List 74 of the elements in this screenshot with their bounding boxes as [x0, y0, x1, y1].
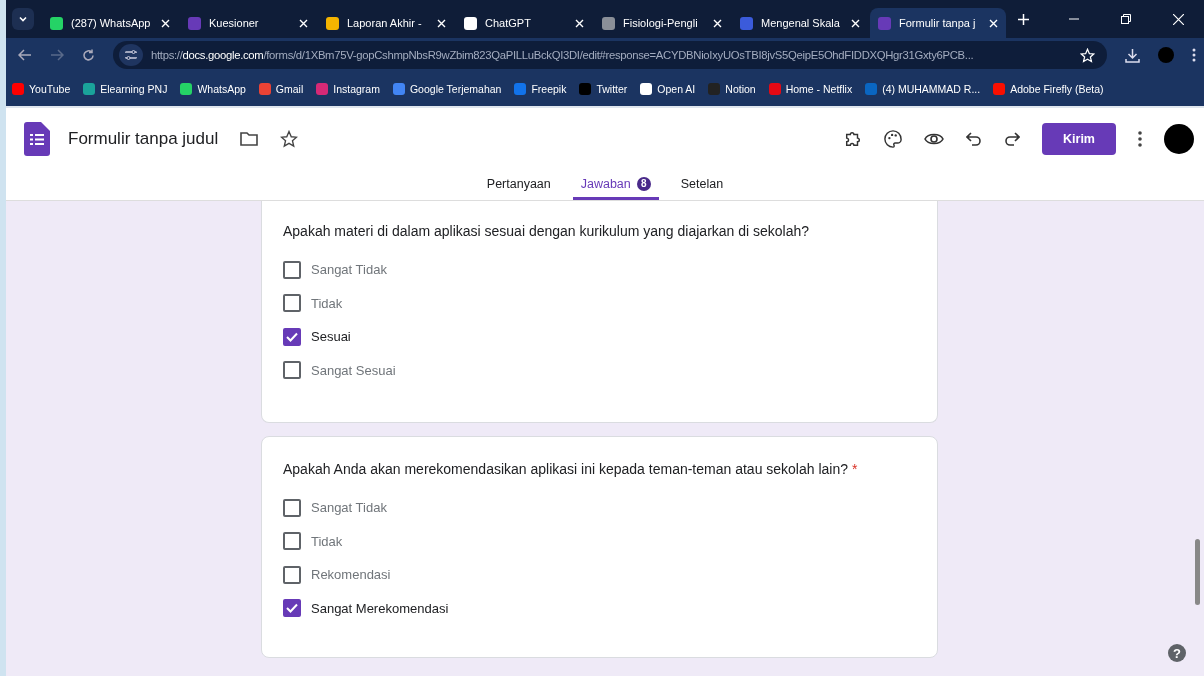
question-text: Apakah materi di dalam aplikasi sesuai dengan kurikulum yang diajarkan di sekolah?: [283, 223, 810, 239]
bookmark[interactable]: Google Terjemahan: [392, 83, 502, 95]
browser-tab[interactable]: Kuesioner: [180, 8, 316, 38]
option-label: Sangat Merekomendasi: [311, 600, 449, 616]
browser-tab[interactable]: ChatGPT: [456, 8, 592, 38]
count-badge: 8: [636, 176, 651, 191]
close-icon[interactable]: [161, 18, 170, 28]
bookmark[interactable]: Elearning PNJ: [83, 83, 168, 95]
checkbox[interactable]: [283, 361, 301, 380]
bookmark[interactable]: WhatsApp: [180, 83, 246, 95]
puzzle-icon[interactable]: [844, 130, 862, 148]
more-icon[interactable]: [1138, 131, 1142, 147]
close-icon[interactable]: [851, 18, 860, 28]
bookmark[interactable]: Open AI: [640, 83, 696, 95]
caret-icon: [18, 14, 28, 24]
required-mark: *: [852, 461, 858, 477]
bookmark[interactable]: Gmail: [258, 83, 304, 95]
option-label: Tidak: [311, 533, 343, 549]
bookmark[interactable]: Freepik: [514, 83, 567, 95]
redo-icon[interactable]: [1004, 132, 1020, 146]
reload-icon[interactable]: [82, 48, 95, 62]
close-icon[interactable]: [437, 18, 446, 28]
undo-icon[interactable]: [966, 132, 982, 146]
checkbox[interactable]: [283, 294, 301, 313]
browser-tab[interactable]: Fisiologi-Pengli: [594, 8, 730, 38]
download-icon[interactable]: [1125, 47, 1140, 63]
option-label: Rekomendasi: [311, 567, 391, 583]
close-icon[interactable]: [1173, 13, 1184, 25]
checkbox[interactable]: [283, 532, 301, 551]
checkbox[interactable]: [283, 565, 301, 584]
form-tab[interactable]: Pertanyaan: [478, 170, 559, 200]
bookmark[interactable]: (4) MUHAMMAD R...: [865, 83, 981, 95]
tab-search-button[interactable]: [12, 8, 34, 30]
new-tab-icon[interactable]: [1018, 13, 1029, 25]
close-icon[interactable]: [989, 18, 998, 28]
send-button[interactable]: Kirim: [1042, 123, 1116, 155]
bookmark[interactable]: Adobe Firefly (Beta): [993, 83, 1104, 95]
bookmark[interactable]: Home - Netflix: [768, 83, 853, 95]
close-icon[interactable]: [575, 18, 584, 28]
menu-icon[interactable]: [1192, 48, 1196, 62]
form-tab[interactable]: Setelan: [672, 170, 732, 200]
browser-tab[interactable]: (287) WhatsApp: [42, 8, 178, 38]
option-label: Sesuai: [311, 329, 351, 345]
help-button[interactable]: ?: [1168, 644, 1186, 662]
restore-icon[interactable]: [1121, 14, 1131, 24]
close-icon[interactable]: [713, 18, 722, 28]
checkbox[interactable]: [283, 599, 301, 618]
bookmark[interactable]: Twitter: [579, 83, 628, 95]
site-settings-icon[interactable]: [119, 44, 143, 66]
option-label: Sangat Tidak: [311, 500, 387, 516]
profile-avatar[interactable]: [1164, 124, 1194, 154]
back-icon[interactable]: [18, 49, 32, 61]
close-icon[interactable]: [299, 18, 308, 28]
browser-tab[interactable]: Laporan Akhir -: [318, 8, 454, 38]
checkbox[interactable]: [283, 260, 301, 279]
bookmark[interactable]: Instagram: [316, 83, 380, 95]
bookmark[interactable]: YouTube: [12, 83, 71, 95]
browser-tab[interactable]: Mengenal Skala: [732, 8, 868, 38]
star-icon[interactable]: [280, 130, 299, 148]
forms-logo-icon[interactable]: [24, 122, 50, 156]
option-label: Sangat Sesuai: [311, 362, 396, 378]
browser-tab[interactable]: Formulir tanpa j: [870, 8, 1006, 38]
scrollbar-thumb[interactable]: [1195, 539, 1200, 605]
palette-icon[interactable]: [884, 130, 902, 148]
bookmark[interactable]: Notion: [708, 83, 756, 95]
option-label: Tidak: [311, 295, 343, 311]
folder-icon[interactable]: [240, 132, 259, 146]
option-label: Sangat Tidak: [311, 262, 387, 278]
checkbox[interactable]: [283, 498, 301, 517]
checkbox[interactable]: [283, 327, 301, 346]
address-bar[interactable]: https://docs.google.com/forms/d/1XBm75V-gopCshmpNbsR9wZbim823QaPILLuBckQI3DI/edit#response=ACYDBNioIxyUOsTBI8jvS5QeipE5OhdFIDDXQHgr31Gxty6PCB...: [113, 41, 1107, 69]
eye-icon[interactable]: [924, 132, 944, 146]
question-text: Apakah Anda akan merekomendasikan aplikasi ini kepada teman-teman atau sekolah lain?: [283, 461, 849, 477]
form-title[interactable]: Formulir tanpa judul: [68, 129, 219, 149]
